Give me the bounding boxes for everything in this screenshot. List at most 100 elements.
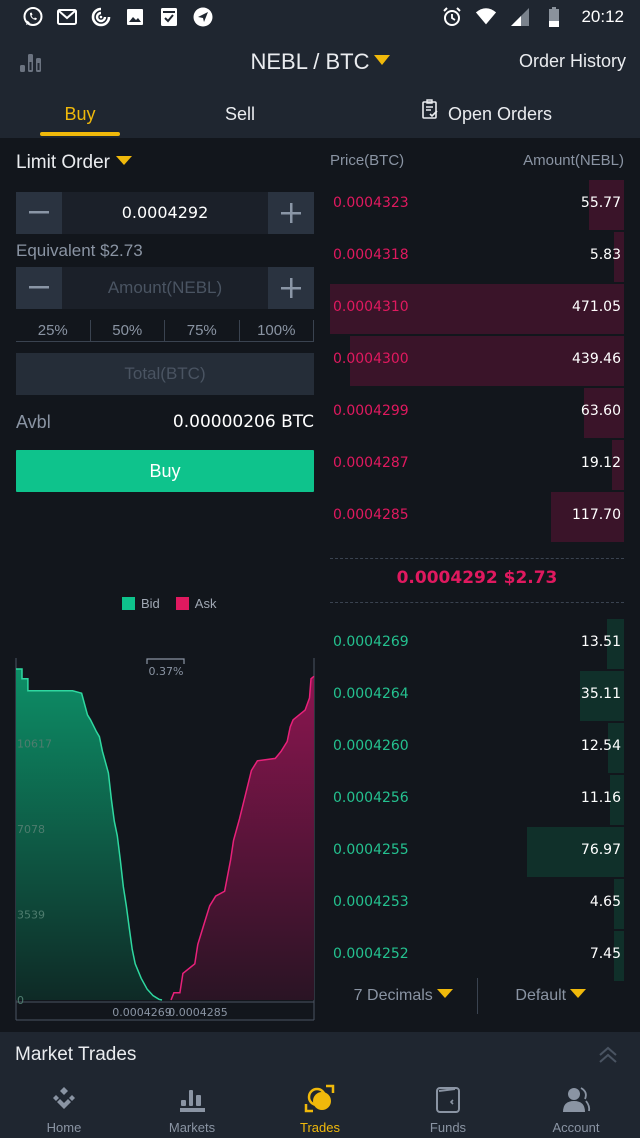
nav-account-label: Account <box>552 1120 600 1135</box>
minus-icon <box>29 211 49 214</box>
buy-button[interactable]: Buy <box>16 450 314 492</box>
bid-amount: 4.65 <box>589 894 621 910</box>
status-bar: 20:12 <box>0 0 640 34</box>
navigation-icon <box>192 6 214 28</box>
spread-bracket <box>146 658 185 664</box>
amount-decrement-button[interactable] <box>16 267 62 309</box>
gmail-icon <box>56 6 78 28</box>
ask-price: 0.0004287 <box>333 455 409 471</box>
pct-75-button[interactable]: 75% <box>165 320 240 342</box>
bid-price: 0.0004260 <box>333 738 409 754</box>
pct-25-button[interactable]: 25% <box>16 320 91 342</box>
caret-down-icon <box>570 989 587 999</box>
nav-account[interactable]: Account <box>512 1078 640 1138</box>
pct-100-button[interactable]: 100% <box>239 320 314 342</box>
nav-trades[interactable]: Trades <box>256 1078 384 1138</box>
bid-row[interactable]: 0.0004256 11.16 <box>330 775 624 825</box>
market-trades-label: Market Trades <box>15 1044 137 1065</box>
ask-amount: 55.77 <box>580 195 621 211</box>
x-tick-label: 0.0004269 <box>112 1006 172 1019</box>
order-type-selector[interactable]: Limit Order <box>16 152 132 174</box>
bid-row[interactable]: 0.0004255 76.97 <box>330 827 624 877</box>
trade-tabs: Buy Sell Open Orders <box>0 90 640 138</box>
legend-bid: Bid <box>122 596 160 611</box>
ask-row[interactable]: 0.0004318 5.83 <box>330 232 624 282</box>
nav-home[interactable]: Home <box>0 1078 128 1138</box>
bid-row[interactable]: 0.0004252 7.45 <box>330 931 624 981</box>
bid-price: 0.0004255 <box>333 842 409 858</box>
ask-price: 0.0004285 <box>333 507 409 523</box>
header: NEBL / BTC Order History <box>0 34 640 90</box>
ask-row[interactable]: 0.0004310 471.05 <box>330 284 624 334</box>
legend-ask-swatch <box>175 597 189 610</box>
wallet-icon <box>432 1083 464 1115</box>
last-price-btc: 0.0004292 <box>396 568 498 588</box>
view-selector[interactable]: Default <box>478 978 625 1014</box>
divider <box>330 558 624 559</box>
amount-header: Amount(NEBL) <box>523 152 624 169</box>
bid-price: 0.0004269 <box>333 634 409 650</box>
pct-50-button[interactable]: 50% <box>90 320 165 342</box>
bid-row[interactable]: 0.0004260 12.54 <box>330 723 624 773</box>
ask-row[interactable]: 0.0004299 63.60 <box>330 388 624 438</box>
amount-input[interactable]: Amount(NEBL) <box>62 267 268 309</box>
amount-increment-button[interactable] <box>268 267 314 309</box>
clipboard-icon <box>420 90 440 138</box>
bid-row[interactable]: 0.0004269 13.51 <box>330 619 624 669</box>
nav-markets[interactable]: Markets <box>128 1078 256 1138</box>
equivalent-value: Equivalent $2.73 <box>16 241 143 260</box>
alarm-icon <box>441 6 463 28</box>
order-book-header: Price(BTC) Amount(NEBL) <box>330 152 624 169</box>
ask-row[interactable]: 0.0004285 117.70 <box>330 492 624 542</box>
view-label: Default <box>515 987 567 1004</box>
bottom-nav: Home Markets Trades Funds Account <box>0 1078 640 1138</box>
percentage-selector: 25% 50% 75% 100% <box>16 320 314 342</box>
y-tick-label: 7078 <box>17 823 45 836</box>
market-trades-bar[interactable]: Market Trades <box>0 1032 640 1078</box>
nav-funds[interactable]: Funds <box>384 1078 512 1138</box>
tasks-icon <box>158 6 180 28</box>
last-price[interactable]: 0.0004292 $2.73 <box>330 568 624 588</box>
order-book-footer: 7 Decimals Default <box>330 978 624 1014</box>
ask-price: 0.0004318 <box>333 247 409 263</box>
pair-label: NEBL / BTC <box>250 49 370 74</box>
account-icon <box>560 1083 592 1115</box>
ask-row[interactable]: 0.0004300 439.46 <box>330 336 624 386</box>
nav-markets-label: Markets <box>168 1120 216 1135</box>
price-input[interactable]: 0.0004292 <box>62 192 268 234</box>
order-type-label: Limit Order <box>16 152 110 173</box>
decimals-selector[interactable]: 7 Decimals <box>330 978 478 1014</box>
total-input[interactable]: Total(BTC) <box>16 353 314 395</box>
price-increment-button[interactable] <box>268 192 314 234</box>
ask-row[interactable]: 0.0004287 19.12 <box>330 440 624 490</box>
price-decrement-button[interactable] <box>16 192 62 234</box>
tab-buy[interactable]: Buy <box>40 90 120 138</box>
chevron-double-up-icon[interactable] <box>596 1044 620 1066</box>
bid-amount: 12.54 <box>580 738 621 754</box>
legend-bid-label: Bid <box>141 596 160 611</box>
nav-home-label: Home <box>46 1120 82 1135</box>
ask-price: 0.0004300 <box>333 351 409 367</box>
nav-funds-label: Funds <box>429 1120 467 1135</box>
app-icon <box>90 6 112 28</box>
tab-open-orders[interactable]: Open Orders <box>420 90 570 138</box>
order-history-link[interactable]: Order History <box>519 51 626 72</box>
tab-sell[interactable]: Sell <box>200 90 280 138</box>
divider <box>330 602 624 603</box>
bid-row[interactable]: 0.0004264 35.11 <box>330 671 624 721</box>
ask-area <box>171 676 314 1000</box>
signal-icon <box>509 6 531 28</box>
bid-row[interactable]: 0.0004253 4.65 <box>330 879 624 929</box>
whatsapp-icon <box>22 6 44 28</box>
home-icon <box>48 1083 80 1115</box>
x-tick-label: 0.0004285 <box>168 1006 228 1019</box>
bid-amount: 35.11 <box>580 686 621 702</box>
nav-trades-label: Trades <box>300 1120 340 1135</box>
ask-row[interactable]: 0.0004323 55.77 <box>330 180 624 230</box>
bid-amount: 7.45 <box>589 946 621 962</box>
caret-down-icon <box>115 156 132 166</box>
bid-amount: 76.97 <box>580 842 621 858</box>
bid-amount: 13.51 <box>580 634 621 650</box>
caret-down-icon <box>373 55 390 66</box>
trades-icon <box>304 1083 336 1115</box>
